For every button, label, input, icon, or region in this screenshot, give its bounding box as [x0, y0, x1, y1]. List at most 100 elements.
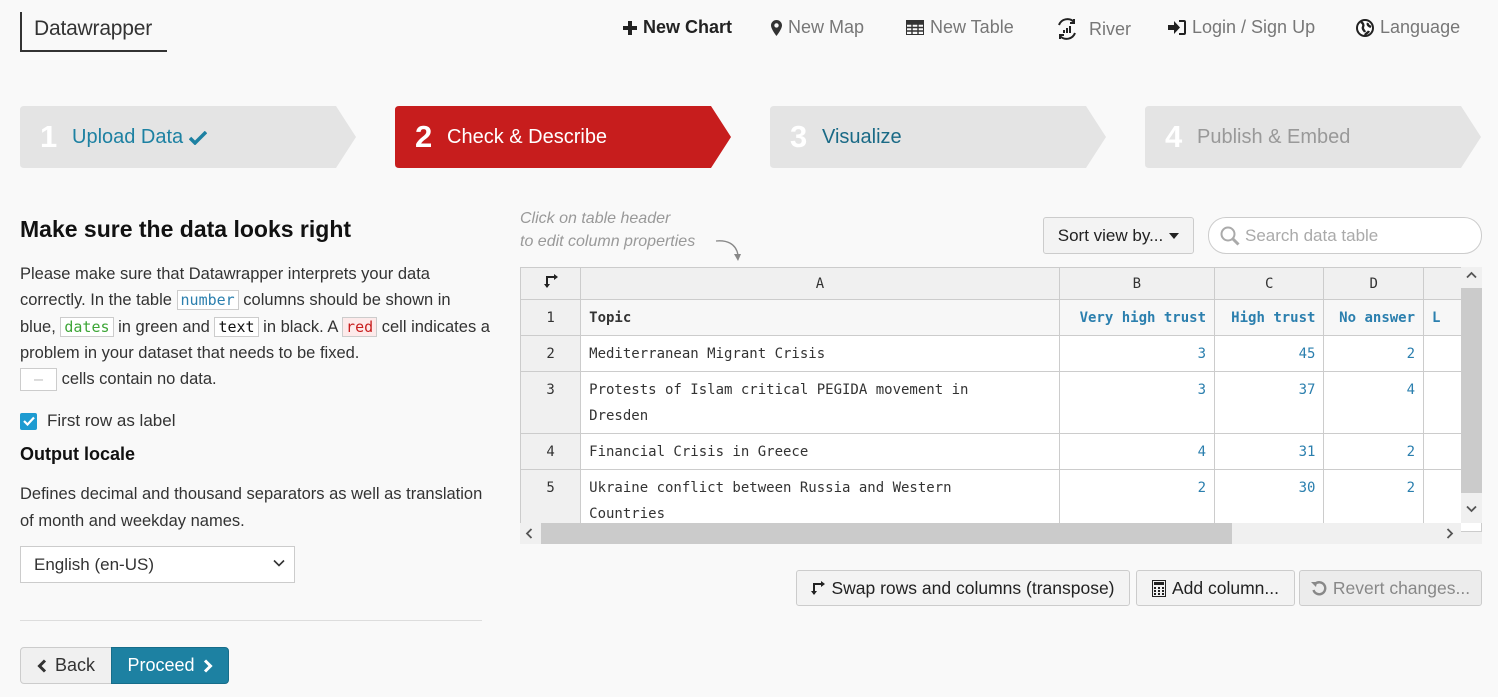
data-table: A B C D 1 Topic Very high trust High tru… — [520, 267, 1482, 544]
sign-in-icon — [1168, 20, 1186, 35]
nav-new-chart[interactable]: New Chart — [623, 17, 732, 38]
scroll-up-icon[interactable] — [1466, 271, 1477, 279]
table-cell[interactable]: 4 — [1323, 371, 1425, 434]
first-row-label-checkbox[interactable]: First row as label — [20, 411, 175, 431]
table-cell[interactable]: 3 — [1058, 371, 1216, 434]
table-row: 2 Mediterranean Migrant Crisis 3 45 2 — [520, 335, 1482, 372]
nav-label: New Map — [788, 17, 865, 37]
add-column-button[interactable]: Add column... — [1136, 570, 1295, 606]
step-upload-data[interactable]: 1 Upload Data — [20, 106, 358, 168]
intro-description: Please make sure that Datawrapper interp… — [20, 261, 490, 392]
step-label: Visualize — [822, 126, 902, 148]
table-cell[interactable]: 3 — [1058, 335, 1216, 372]
horizontal-scrollbar[interactable] — [520, 523, 1461, 544]
search-input[interactable] — [1245, 225, 1475, 246]
step-publish-embed: 4 Publish & Embed — [1145, 106, 1483, 168]
table-cell[interactable]: Mediterranean Migrant Crisis — [580, 335, 1060, 372]
step-label: Upload Data — [72, 126, 208, 149]
chevron-down-icon — [273, 559, 285, 567]
table-row: 4 Financial Crisis in Greece 4 31 2 — [520, 433, 1482, 470]
table-cell[interactable]: 37 — [1213, 371, 1325, 434]
row-number: 4 — [520, 433, 582, 470]
column-header-c[interactable]: C — [1213, 267, 1325, 300]
logo-text: Datawrapper — [34, 17, 153, 40]
empty-example: — — [20, 368, 57, 392]
step-background — [770, 106, 1106, 168]
undo-icon — [1310, 581, 1327, 596]
column-letter-row: A B C D — [520, 267, 1482, 300]
revert-changes-button: Revert changes... — [1299, 570, 1482, 606]
sort-view-dropdown[interactable]: Sort view by... — [1043, 217, 1194, 254]
table-row: 3 Protests of Islam critical PEGIDA move… — [520, 371, 1482, 434]
back-button[interactable]: Back — [20, 647, 112, 684]
table-cell-header[interactable]: High trust — [1213, 299, 1325, 336]
nav-label: New Chart — [643, 17, 733, 37]
row-number: 1 — [520, 299, 582, 336]
table-cell-header[interactable]: Very high trust — [1058, 299, 1216, 336]
transpose-label: Swap rows and columns (transpose) — [831, 577, 1115, 598]
checkbox-checked[interactable] — [20, 412, 37, 430]
revert-label: Revert changes... — [1332, 577, 1471, 598]
transpose-button[interactable]: Swap rows and columns (transpose) — [796, 570, 1130, 606]
output-locale-description: Defines decimal and thousand separators … — [20, 485, 483, 530]
map-marker-icon — [771, 19, 782, 36]
table-cell[interactable]: 2 — [1323, 335, 1425, 372]
table-cell[interactable]: 45 — [1213, 335, 1325, 372]
scroll-right-icon[interactable] — [1446, 528, 1454, 539]
plus-icon — [623, 20, 637, 35]
label-row: 1 Topic Very high trust High trust No an… — [520, 299, 1482, 336]
desc-text: in green and — [113, 317, 215, 336]
scroll-down-icon[interactable] — [1466, 505, 1477, 513]
nav-new-table[interactable]: New Table — [906, 17, 1014, 38]
locale-select[interactable]: English (en-US) — [20, 546, 295, 583]
nav-label: River — [1089, 18, 1132, 39]
transpose-icon — [543, 274, 558, 288]
step-number: 3 — [790, 119, 808, 154]
step-number: 4 — [1165, 119, 1183, 154]
table-cell[interactable]: Protests of Islam critical PEGIDA moveme… — [580, 371, 1060, 434]
caret-down-icon — [1169, 232, 1180, 239]
number-example: number — [176, 290, 239, 311]
nav-login[interactable]: Login / Sign Up — [1168, 17, 1315, 38]
search-box[interactable] — [1208, 217, 1482, 254]
table-cell-header[interactable]: No answer — [1323, 299, 1425, 336]
curved-arrow-icon — [715, 240, 741, 261]
add-column-label: Add column... — [1172, 577, 1279, 598]
nav-label: Language — [1380, 17, 1461, 37]
vertical-scrollbar[interactable] — [1461, 267, 1482, 523]
check-icon — [189, 130, 208, 145]
transpose-corner[interactable] — [520, 267, 582, 300]
step-number: 1 — [40, 119, 58, 154]
step-check-describe[interactable]: 2 Check & Describe — [395, 106, 733, 168]
back-label: Back — [54, 655, 96, 675]
column-header-d[interactable]: D — [1323, 267, 1425, 300]
table-cell[interactable]: 31 — [1213, 433, 1325, 470]
vertical-scroll-thumb[interactable] — [1461, 288, 1482, 493]
column-header-b[interactable]: B — [1058, 267, 1216, 300]
step-visualize[interactable]: 3 Visualize — [770, 106, 1108, 168]
horizontal-scroll-thumb[interactable] — [541, 523, 1232, 544]
scroll-left-icon[interactable] — [525, 528, 533, 539]
hint-line: Click on table header — [520, 210, 671, 227]
nav-label: Login / Sign Up — [1192, 17, 1316, 37]
chevron-left-icon — [37, 658, 47, 673]
proceed-label: Proceed — [127, 655, 195, 675]
table-cell[interactable]: 4 — [1058, 433, 1216, 470]
table-cell[interactable]: Financial Crisis in Greece — [580, 433, 1060, 470]
text-example: text — [214, 316, 259, 337]
column-header-a[interactable]: A — [580, 267, 1060, 300]
nav-language[interactable]: Language — [1356, 17, 1460, 38]
river-icon — [1058, 18, 1076, 40]
search-icon — [1220, 226, 1240, 246]
nav-new-map[interactable]: New Map — [771, 17, 864, 38]
table-cell[interactable]: 2 — [1323, 433, 1425, 470]
nav-label: New Table — [930, 17, 1014, 37]
desc-text: cells contain no data. — [57, 370, 217, 389]
proceed-button[interactable]: Proceed — [111, 647, 229, 684]
calculator-icon — [1152, 579, 1166, 597]
datawrapper-logo[interactable]: Datawrapper — [20, 12, 167, 52]
nav-river[interactable]: River — [1055, 17, 1131, 41]
table-cell-header[interactable]: Topic — [580, 299, 1060, 336]
output-locale-title: Output locale — [20, 444, 136, 464]
divider — [20, 620, 482, 621]
